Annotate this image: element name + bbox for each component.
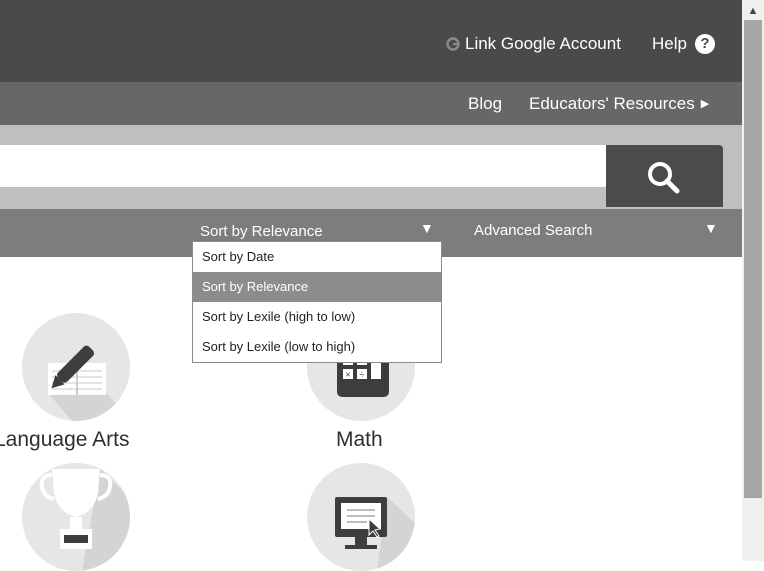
help-link[interactable]: Help ? (652, 34, 715, 54)
educators-resources-label: Educators' Resources (529, 94, 695, 113)
educators-resources-link[interactable]: Educators' Resources ▶ (529, 94, 709, 114)
help-icon: ? (694, 34, 715, 54)
vertical-scrollbar[interactable]: ▲ (742, 0, 764, 561)
help-label: Help (652, 34, 687, 53)
secondary-nav: Blog Educators' Resources ▶ (0, 82, 742, 125)
scroll-up-icon[interactable]: ▲ (742, 0, 764, 20)
advanced-search-toggle[interactable]: Advanced Search (474, 222, 592, 239)
subject-tile-computer[interactable] (307, 463, 415, 571)
link-google-account-link[interactable]: Link Google Account (446, 34, 621, 54)
search-band (0, 125, 742, 209)
trophy-icon (39, 468, 130, 571)
link-google-account-label: Link Google Account (465, 34, 621, 53)
search-button[interactable] (606, 145, 723, 207)
svg-text:÷: ÷ (360, 370, 365, 380)
google-g-icon (446, 37, 460, 51)
triangle-right-icon: ▶ (700, 98, 710, 110)
subject-label-math[interactable]: Math (336, 428, 383, 452)
subject-tile-language-arts[interactable] (22, 313, 130, 421)
blog-link[interactable]: Blog (468, 94, 502, 114)
sort-dropdown: Sort by Date Sort by Relevance Sort by L… (192, 241, 442, 363)
search-icon (648, 162, 680, 194)
triangle-down-icon[interactable]: ▼ (704, 220, 718, 236)
computer-monitor-icon (335, 497, 415, 571)
sort-option-relevance[interactable]: Sort by Relevance (193, 272, 441, 302)
top-bar: Link Google Account Help ? (0, 0, 742, 82)
pencil-notebook-icon (48, 345, 130, 421)
triangle-down-icon[interactable]: ▼ (420, 220, 434, 236)
sort-option-lexile-low-high[interactable]: Sort by Lexile (low to high) (193, 332, 441, 362)
subject-tile-trophy[interactable] (22, 463, 130, 571)
sort-select[interactable]: Sort by Relevance (200, 223, 323, 240)
subject-label-language-arts[interactable]: Language Arts (0, 428, 129, 452)
scroll-thumb[interactable] (744, 20, 762, 498)
sort-option-lexile-high-low[interactable]: Sort by Lexile (high to low) (193, 302, 441, 332)
sort-option-date[interactable]: Sort by Date (193, 242, 441, 272)
svg-text:×: × (345, 370, 350, 380)
search-input[interactable] (0, 145, 606, 187)
